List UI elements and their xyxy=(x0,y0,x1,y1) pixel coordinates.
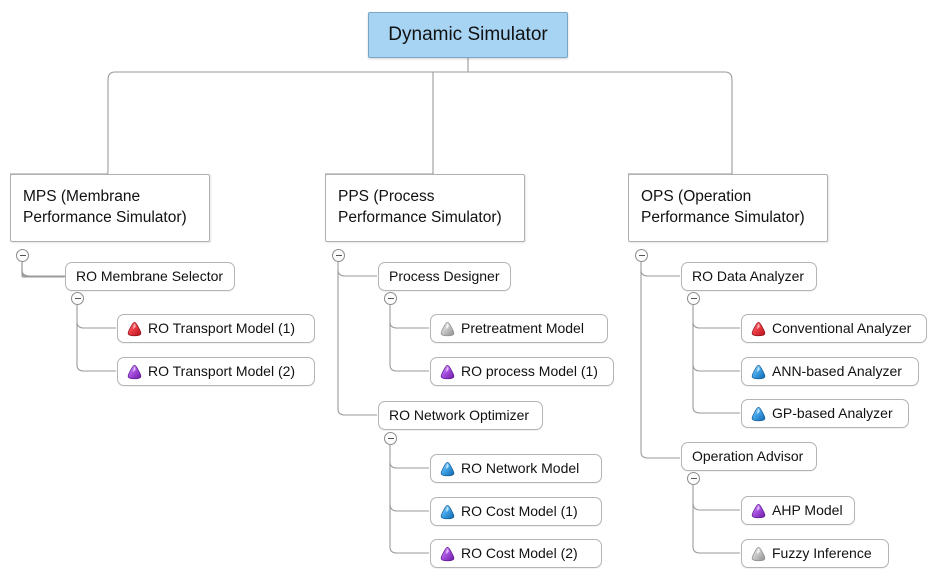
node-ro-membrane-selector[interactable]: RO Membrane Selector xyxy=(65,262,235,291)
cone-icon xyxy=(751,364,766,379)
node-ro-process-model-1[interactable]: RO process Model (1) xyxy=(430,357,614,386)
cone-icon xyxy=(440,321,455,336)
toggle-ro-membrane-selector[interactable] xyxy=(71,292,84,305)
node-fuzzy-inference-label: Fuzzy Inference xyxy=(772,545,872,562)
node-pretreatment-model-label: Pretreatment Model xyxy=(461,320,584,337)
node-ro-network-optimizer-label: RO Network Optimizer xyxy=(389,407,530,424)
node-ann-based-analyzer-label: ANN-based Analyzer xyxy=(772,363,902,380)
toggle-pps[interactable] xyxy=(332,249,345,262)
toggle-ro-data-analyzer[interactable] xyxy=(687,292,700,305)
cone-icon xyxy=(440,461,455,476)
node-process-designer[interactable]: Process Designer xyxy=(378,262,511,291)
node-process-designer-label: Process Designer xyxy=(389,268,500,285)
node-ro-process-model-1-label: RO process Model (1) xyxy=(461,363,598,380)
group-node-ops-label: OPS (Operation Performance Simulator) xyxy=(641,188,805,226)
node-ro-cost-model-2-label: RO Cost Model (2) xyxy=(461,545,578,562)
node-ro-data-analyzer-label: RO Data Analyzer xyxy=(692,268,805,285)
toggle-ops[interactable] xyxy=(635,249,648,262)
group-node-mps-label: MPS (Membrane Performance Simulator) xyxy=(23,188,187,226)
cone-icon xyxy=(440,546,455,561)
cone-icon xyxy=(751,546,766,561)
node-ro-transport-model-1-label: RO Transport Model (1) xyxy=(148,320,296,337)
node-ro-data-analyzer[interactable]: RO Data Analyzer xyxy=(681,262,817,291)
cone-icon xyxy=(751,321,766,336)
node-ann-based-analyzer[interactable]: ANN-based Analyzer xyxy=(741,357,919,386)
node-ro-membrane-selector-label: RO Membrane Selector xyxy=(76,268,224,285)
toggle-process-designer[interactable] xyxy=(384,292,397,305)
group-node-pps-label: PPS (Process Performance Simulator) xyxy=(338,188,502,226)
node-fuzzy-inference[interactable]: Fuzzy Inference xyxy=(741,539,889,568)
cone-icon xyxy=(751,503,766,518)
node-ro-cost-model-1[interactable]: RO Cost Model (1) xyxy=(430,497,602,526)
node-conventional-analyzer[interactable]: Conventional Analyzer xyxy=(741,314,927,343)
group-node-ops[interactable]: OPS (Operation Performance Simulator) xyxy=(628,174,828,242)
node-ahp-model[interactable]: AHP Model xyxy=(741,496,855,525)
node-ro-cost-model-1-label: RO Cost Model (1) xyxy=(461,503,578,520)
node-operation-advisor-label: Operation Advisor xyxy=(692,448,804,465)
node-ro-network-optimizer[interactable]: RO Network Optimizer xyxy=(378,401,543,430)
cone-icon xyxy=(127,364,142,379)
group-node-pps[interactable]: PPS (Process Performance Simulator) xyxy=(325,174,525,242)
node-ro-cost-model-2[interactable]: RO Cost Model (2) xyxy=(430,539,602,568)
cone-icon xyxy=(751,406,766,421)
node-ro-transport-model-2-label: RO Transport Model (2) xyxy=(148,363,296,380)
toggle-mps[interactable] xyxy=(16,249,29,262)
node-conventional-analyzer-label: Conventional Analyzer xyxy=(772,320,912,337)
node-gp-based-analyzer[interactable]: GP-based Analyzer xyxy=(741,399,909,428)
toggle-ro-network-optimizer[interactable] xyxy=(384,432,397,445)
diagram-canvas: Dynamic Simulator MPS (Membrane Performa… xyxy=(0,0,935,578)
node-ro-transport-model-2[interactable]: RO Transport Model (2) xyxy=(117,357,315,386)
cone-icon xyxy=(440,504,455,519)
node-ro-network-model[interactable]: RO Network Model xyxy=(430,454,602,483)
node-gp-based-analyzer-label: GP-based Analyzer xyxy=(772,405,893,422)
node-operation-advisor[interactable]: Operation Advisor xyxy=(681,442,817,471)
cone-icon xyxy=(440,364,455,379)
node-ro-transport-model-1[interactable]: RO Transport Model (1) xyxy=(117,314,315,343)
node-ro-network-model-label: RO Network Model xyxy=(461,460,580,477)
toggle-operation-advisor[interactable] xyxy=(687,472,700,485)
node-ahp-model-label: AHP Model xyxy=(772,502,843,519)
root-node-label: Dynamic Simulator xyxy=(388,24,548,46)
group-node-mps[interactable]: MPS (Membrane Performance Simulator) xyxy=(10,174,210,242)
cone-icon xyxy=(127,321,142,336)
node-pretreatment-model[interactable]: Pretreatment Model xyxy=(430,314,608,343)
root-node-dynamic-simulator[interactable]: Dynamic Simulator xyxy=(368,12,568,58)
